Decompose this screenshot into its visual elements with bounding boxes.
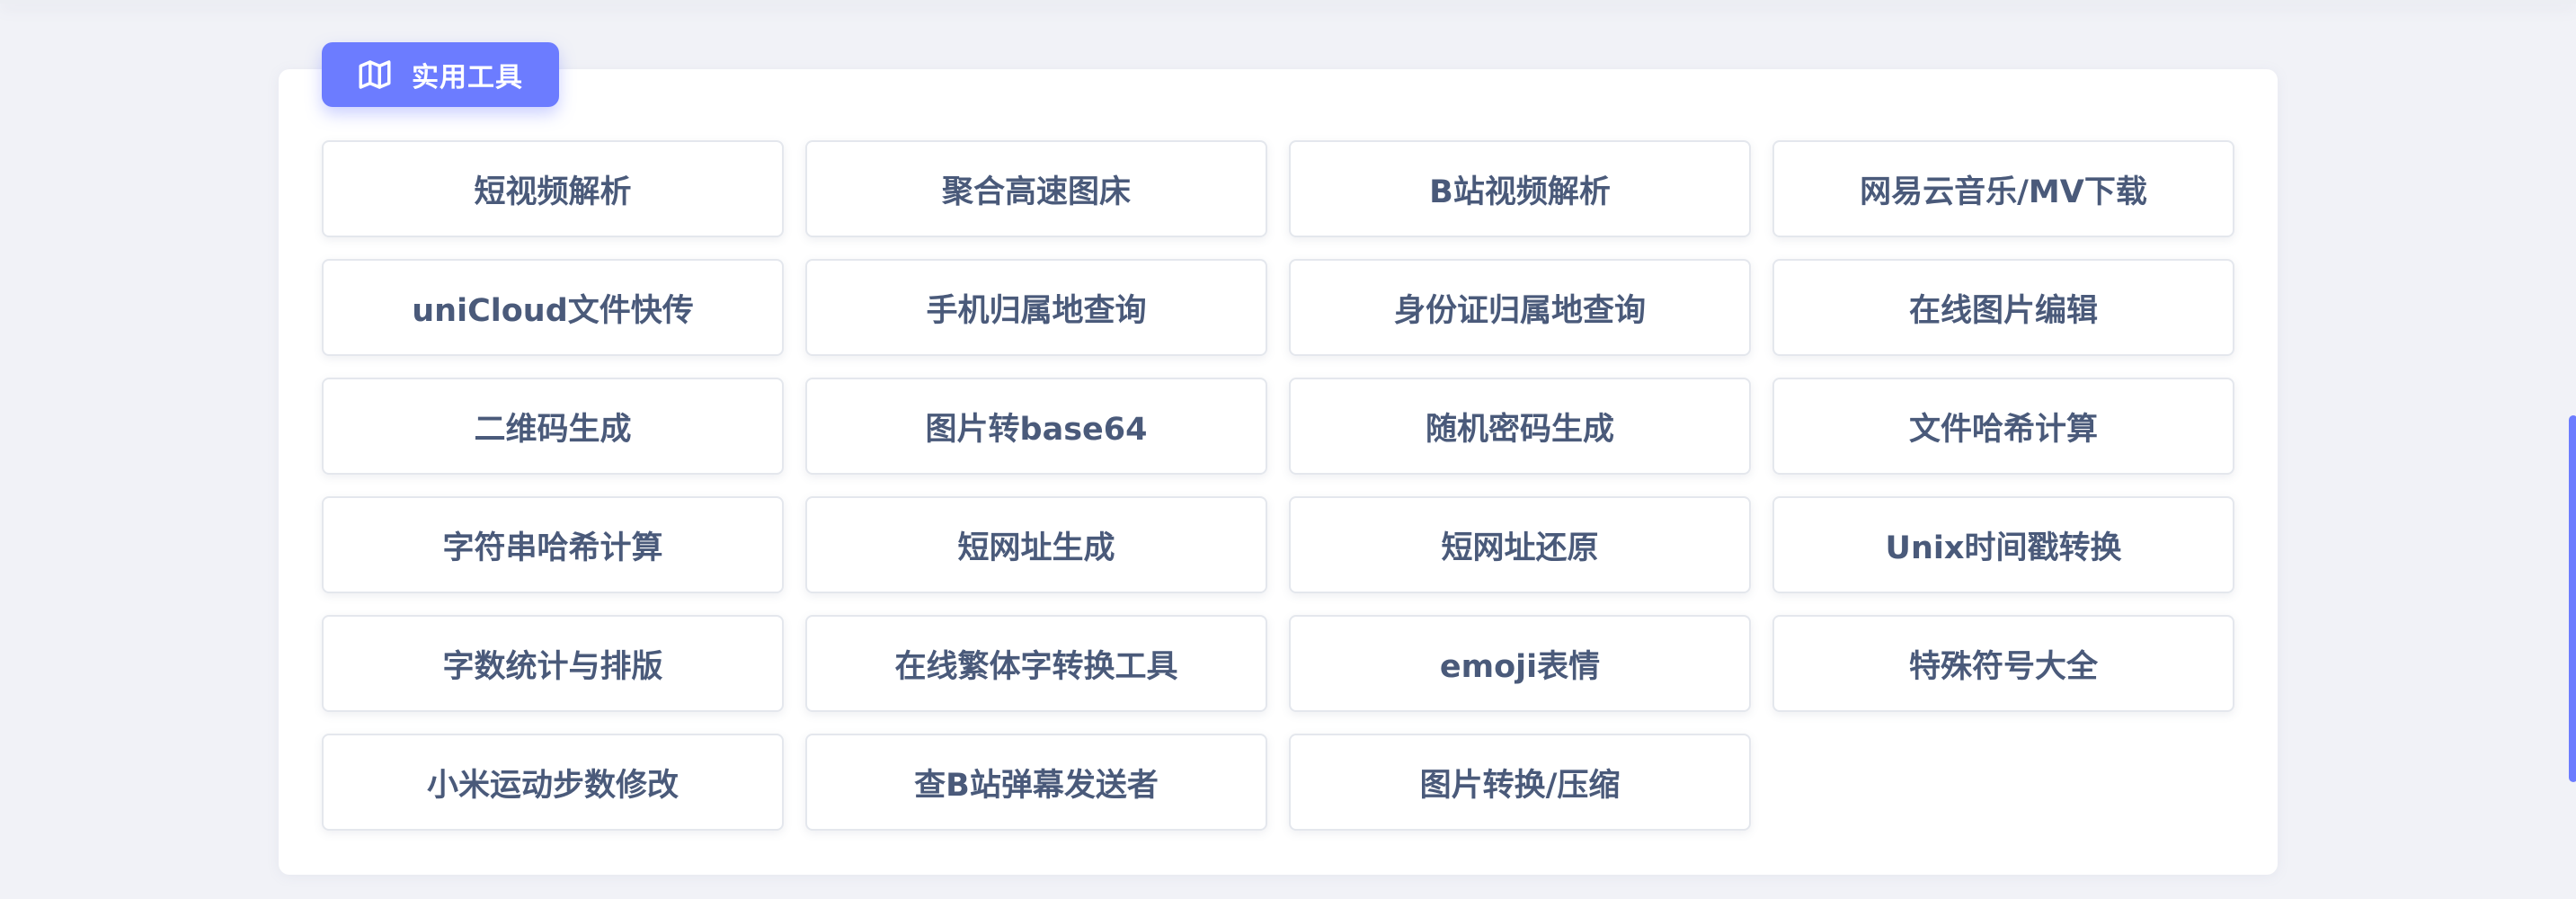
tool-button[interactable]: 小米运动步数修改	[322, 734, 784, 831]
tool-button[interactable]: 二维码生成	[322, 378, 784, 475]
map-icon	[356, 56, 394, 93]
tool-button[interactable]: 短视频解析	[322, 140, 784, 237]
tool-button[interactable]: 文件哈希计算	[1772, 378, 2234, 475]
top-navbar-edge	[0, 0, 2576, 4]
tool-button[interactable]: 聚合高速图床	[805, 140, 1267, 237]
section-header-badge: 实用工具	[322, 42, 559, 107]
tool-button[interactable]: 在线图片编辑	[1772, 259, 2234, 356]
tool-button[interactable]: 图片转换/压缩	[1289, 734, 1751, 831]
tool-button[interactable]: 查B站弹幕发送者	[805, 734, 1267, 831]
tool-button[interactable]: Unix时间戳转换	[1772, 496, 2234, 593]
tool-button[interactable]: 网易云音乐/MV下载	[1772, 140, 2234, 237]
tool-button[interactable]: uniCloud文件快传	[322, 259, 784, 356]
tool-button[interactable]: 身份证归属地查询	[1289, 259, 1751, 356]
tool-button[interactable]: 字符串哈希计算	[322, 496, 784, 593]
tool-button[interactable]: 在线繁体字转换工具	[805, 615, 1267, 712]
tool-button[interactable]: 短网址还原	[1289, 496, 1751, 593]
tool-button[interactable]: 随机密码生成	[1289, 378, 1751, 475]
tool-button[interactable]: 图片转base64	[805, 378, 1267, 475]
scrollbar-thumb[interactable]	[2569, 415, 2576, 782]
section-title: 实用工具	[412, 62, 523, 93]
tool-button[interactable]: 手机归属地查询	[805, 259, 1267, 356]
tool-button[interactable]: emoji表情	[1289, 615, 1751, 712]
tool-button[interactable]: 特殊符号大全	[1772, 615, 2234, 712]
tools-grid: 短视频解析 聚合高速图床 B站视频解析 网易云音乐/MV下载 uniCloud文…	[322, 140, 2234, 831]
tool-button[interactable]: B站视频解析	[1289, 140, 1751, 237]
tool-button[interactable]: 短网址生成	[805, 496, 1267, 593]
tool-button[interactable]: 字数统计与排版	[322, 615, 784, 712]
